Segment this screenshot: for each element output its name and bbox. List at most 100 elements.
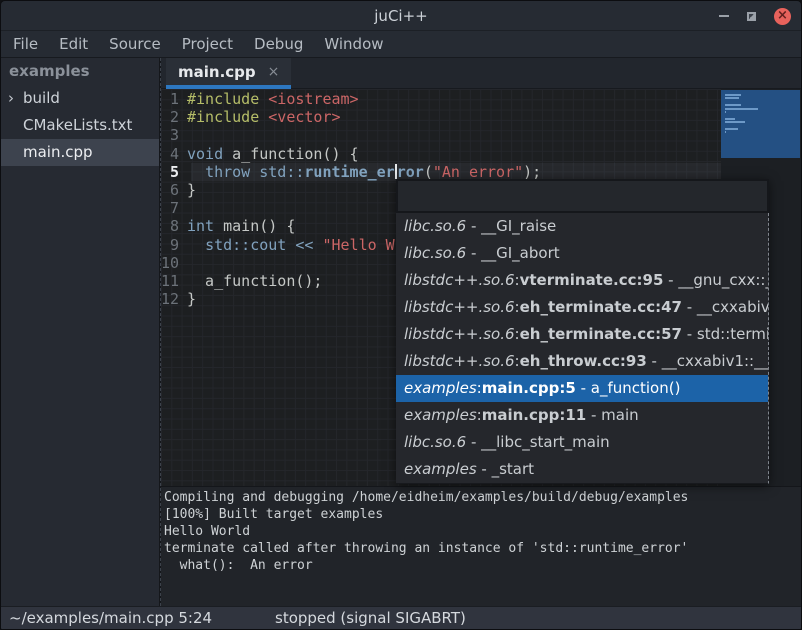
backtrace-location: vterminate.cc:95: [520, 271, 664, 289]
code-token: #include: [187, 90, 259, 108]
project-name: examples: [1, 58, 159, 85]
sidebar-item-main-cpp[interactable]: main.cpp: [1, 139, 159, 166]
line-number: 9: [161, 236, 187, 254]
code-line[interactable]: 10: [161, 254, 187, 272]
menu-file[interactable]: File: [5, 35, 46, 53]
backtrace-item[interactable]: examples:main.cpp:5 - a_function(): [396, 375, 768, 402]
backtrace-item[interactable]: libc.so.6 - __GI_raise: [396, 213, 768, 240]
backtrace-module: libc.so.6: [404, 217, 466, 235]
menu-debug[interactable]: Debug: [246, 35, 311, 53]
tab-close-icon[interactable]: ×: [268, 64, 280, 80]
titlebar[interactable]: juCi++ ×: [1, 1, 801, 31]
chevron-right-icon[interactable]: ›: [8, 85, 14, 112]
code-token: <iostream>: [268, 90, 358, 108]
code-token: [250, 163, 259, 181]
line-number: 11: [161, 272, 187, 290]
backtrace-item[interactable]: libc.so.6 - __GI_abort: [396, 240, 768, 267]
minimap-line: [725, 121, 745, 123]
code-token: [187, 236, 205, 254]
code-line[interactable]: 11 a_function();: [161, 272, 322, 290]
backtrace-module: libstdc++.so.6: [404, 352, 515, 370]
sidebar-item-label: main.cpp: [23, 143, 93, 161]
code-line[interactable]: 2#include <vector>: [161, 108, 341, 126]
menubar: File Edit Source Project Debug Window: [1, 31, 801, 58]
line-number: 10: [161, 254, 187, 272]
backtrace-module: libc.so.6: [404, 433, 466, 451]
code-token: std::: [259, 163, 304, 181]
sidebar-item-label: CMakeLists.txt: [23, 116, 132, 134]
code-token: a_function() {: [223, 145, 358, 163]
code-line[interactable]: 12}: [161, 290, 196, 308]
minimap-line: [725, 94, 741, 96]
backtrace-item[interactable]: libstdc++.so.6:eh_terminate.cc:57 - std:…: [396, 321, 768, 348]
menu-project[interactable]: Project: [174, 35, 241, 53]
terminal-line: Compiling and debugging /home/eidheim/ex…: [164, 489, 801, 506]
line-number: 7: [161, 199, 187, 217]
restore-icon[interactable]: [747, 12, 756, 21]
popup-search-input[interactable]: [396, 179, 769, 213]
backtrace-item[interactable]: libstdc++.so.6:eh_throw.cc:93 - __cxxabi…: [396, 348, 768, 375]
minimap-line: [725, 108, 758, 110]
window-title: juCi++: [374, 7, 427, 25]
minimap-line: [725, 104, 741, 106]
window-controls: ×: [719, 1, 791, 31]
backtrace-popup: libc.so.6 - __GI_raiselibc.so.6 - __GI_a…: [396, 179, 769, 484]
line-number: 1: [161, 90, 187, 108]
terminal-output[interactable]: Compiling and debugging /home/eidheim/ex…: [161, 486, 801, 606]
backtrace-module: examples: [404, 460, 477, 478]
backtrace-location: eh_terminate.cc:47: [520, 298, 682, 316]
menu-window[interactable]: Window: [316, 35, 391, 53]
code-token: std::cout: [205, 236, 286, 254]
backtrace-module: libstdc++.so.6: [404, 271, 515, 289]
tab-main-cpp[interactable]: main.cpp ×: [166, 58, 291, 85]
code-line[interactable]: 3: [161, 126, 187, 144]
sidebar-item-cmakelists-txt[interactable]: CMakeLists.txt: [1, 112, 159, 139]
sidebar-item-build[interactable]: › build: [1, 85, 159, 112]
menu-edit[interactable]: Edit: [51, 35, 96, 53]
backtrace-location: eh_terminate.cc:57: [520, 325, 682, 343]
code-token: a_function();: [187, 272, 322, 290]
close-icon[interactable]: ×: [774, 8, 791, 25]
line-number: 8: [161, 217, 187, 235]
code-line[interactable]: 6}: [161, 181, 196, 199]
line-number: 4: [161, 145, 187, 163]
backtrace-list: libc.so.6 - __GI_raiselibc.so.6 - __GI_a…: [396, 213, 769, 484]
menu-source[interactable]: Source: [101, 35, 169, 53]
minimize-icon[interactable]: [719, 15, 729, 17]
backtrace-module: examples: [404, 379, 477, 397]
code-token: <<: [295, 236, 313, 254]
line-number: 6: [161, 181, 187, 199]
backtrace-item[interactable]: libc.so.6 - __libc_start_main: [396, 429, 768, 456]
code-line[interactable]: 7: [161, 199, 187, 217]
code-token: [259, 90, 268, 108]
tab-label: main.cpp: [178, 63, 256, 81]
code-token: #include: [187, 108, 259, 126]
backtrace-location: main.cpp:11: [482, 406, 587, 424]
code-token: int: [187, 217, 214, 235]
backtrace-item[interactable]: libstdc++.so.6:eh_terminate.cc:47 - __cx…: [396, 294, 768, 321]
sidebar-item-label: build: [23, 89, 60, 107]
statusbar: ~/examples/main.cpp 5:24 stopped (signal…: [1, 606, 801, 629]
backtrace-item[interactable]: examples - _start: [396, 456, 768, 483]
code-token: throw: [205, 163, 250, 181]
backtrace-module: libstdc++.so.6: [404, 298, 515, 316]
code-token: "Hello W: [322, 236, 394, 254]
terminal-line: Hello World: [164, 523, 801, 540]
backtrace-item[interactable]: libstdc++.so.6:vterminate.cc:95 - __gnu_…: [396, 267, 768, 294]
code-token: }: [187, 290, 196, 308]
code-minimap[interactable]: [721, 90, 800, 158]
code-line[interactable]: 8int main() {: [161, 217, 295, 235]
code-token: [259, 108, 268, 126]
code-line[interactable]: 1#include <iostream>: [161, 90, 359, 108]
code-token: void: [187, 145, 223, 163]
backtrace-item[interactable]: examples:main.cpp:11 - main: [396, 402, 768, 429]
code-token: [187, 163, 205, 181]
line-number: 2: [161, 108, 187, 126]
code-line[interactable]: 4void a_function() {: [161, 145, 359, 163]
terminal-line: terminate called after throwing an insta…: [164, 540, 801, 557]
line-number: 12: [161, 290, 187, 308]
backtrace-module: libc.so.6: [404, 244, 466, 262]
minimap-line: [725, 97, 739, 99]
minimap-line: [725, 131, 726, 133]
code-line[interactable]: 9 std::cout << "Hello W: [161, 236, 395, 254]
